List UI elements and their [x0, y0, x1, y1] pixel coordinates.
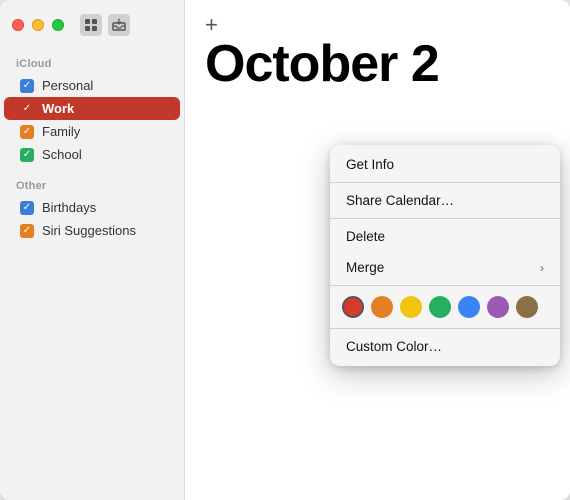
color-dot-yellow[interactable] [400, 296, 422, 318]
close-button[interactable] [12, 19, 24, 31]
menu-item-delete-label: Delete [346, 229, 385, 244]
icloud-section-label: iCloud [0, 50, 184, 74]
sidebar-item-siri[interactable]: ✓ Siri Suggestions [4, 219, 180, 242]
work-label: Work [42, 101, 74, 116]
siri-label: Siri Suggestions [42, 223, 136, 238]
menu-item-custom-color-label: Custom Color… [346, 339, 442, 354]
siri-checkbox[interactable]: ✓ [20, 224, 34, 238]
sidebar-item-school[interactable]: ✓ School [4, 143, 180, 166]
menu-item-merge[interactable]: Merge › [330, 252, 560, 283]
menu-item-delete[interactable]: Delete [330, 221, 560, 252]
birthdays-label: Birthdays [42, 200, 96, 215]
titlebar-icons [80, 14, 130, 36]
sidebar-item-work[interactable]: ✓ Work [4, 97, 180, 120]
work-checkbox[interactable]: ✓ [20, 102, 34, 116]
chevron-right-icon: › [540, 261, 544, 275]
minimize-button[interactable] [32, 19, 44, 31]
titlebar [0, 0, 185, 50]
personal-label: Personal [42, 78, 93, 93]
sidebar-item-personal[interactable]: ✓ Personal [4, 74, 180, 97]
menu-divider-1 [330, 182, 560, 183]
month-title: October 2 [205, 38, 550, 90]
color-dot-purple[interactable] [487, 296, 509, 318]
menu-item-get-info[interactable]: Get Info [330, 149, 560, 180]
sidebar-section-other: Other ✓ Birthdays ✓ Siri Suggestions [0, 172, 184, 242]
menu-item-get-info-label: Get Info [346, 157, 394, 172]
inbox-icon[interactable] [108, 14, 130, 36]
color-dot-blue[interactable] [458, 296, 480, 318]
sidebar-item-birthdays[interactable]: ✓ Birthdays [4, 196, 180, 219]
menu-item-share-calendar-label: Share Calendar… [346, 193, 454, 208]
color-dot-green[interactable] [429, 296, 451, 318]
family-label: Family [42, 124, 80, 139]
sidebar: iCloud ✓ Personal ✓ Work ✓ Family ✓ Scho… [0, 0, 185, 500]
school-checkbox[interactable]: ✓ [20, 148, 34, 162]
other-section-label: Other [0, 172, 184, 196]
menu-divider-2 [330, 218, 560, 219]
menu-divider-4 [330, 328, 560, 329]
context-menu: Get Info Share Calendar… Delete Merge › [330, 145, 560, 366]
menu-item-custom-color[interactable]: Custom Color… [330, 331, 560, 362]
maximize-button[interactable] [52, 19, 64, 31]
main-area: + October 2 Get Info Share Calendar… Del… [185, 0, 570, 500]
school-label: School [42, 147, 82, 162]
sidebar-section-icloud: iCloud ✓ Personal ✓ Work ✓ Family ✓ Scho… [0, 50, 184, 166]
grid-icon[interactable] [80, 14, 102, 36]
personal-checkbox[interactable]: ✓ [20, 79, 34, 93]
color-row [330, 288, 560, 326]
sidebar-item-family[interactable]: ✓ Family [4, 120, 180, 143]
color-dot-red[interactable] [342, 296, 364, 318]
birthdays-checkbox[interactable]: ✓ [20, 201, 34, 215]
menu-item-share-calendar[interactable]: Share Calendar… [330, 185, 560, 216]
color-dot-orange[interactable] [371, 296, 393, 318]
color-dot-brown[interactable] [516, 296, 538, 318]
menu-divider-3 [330, 285, 560, 286]
menu-item-merge-label: Merge [346, 260, 384, 275]
family-checkbox[interactable]: ✓ [20, 125, 34, 139]
app-window: iCloud ✓ Personal ✓ Work ✓ Family ✓ Scho… [0, 0, 570, 500]
